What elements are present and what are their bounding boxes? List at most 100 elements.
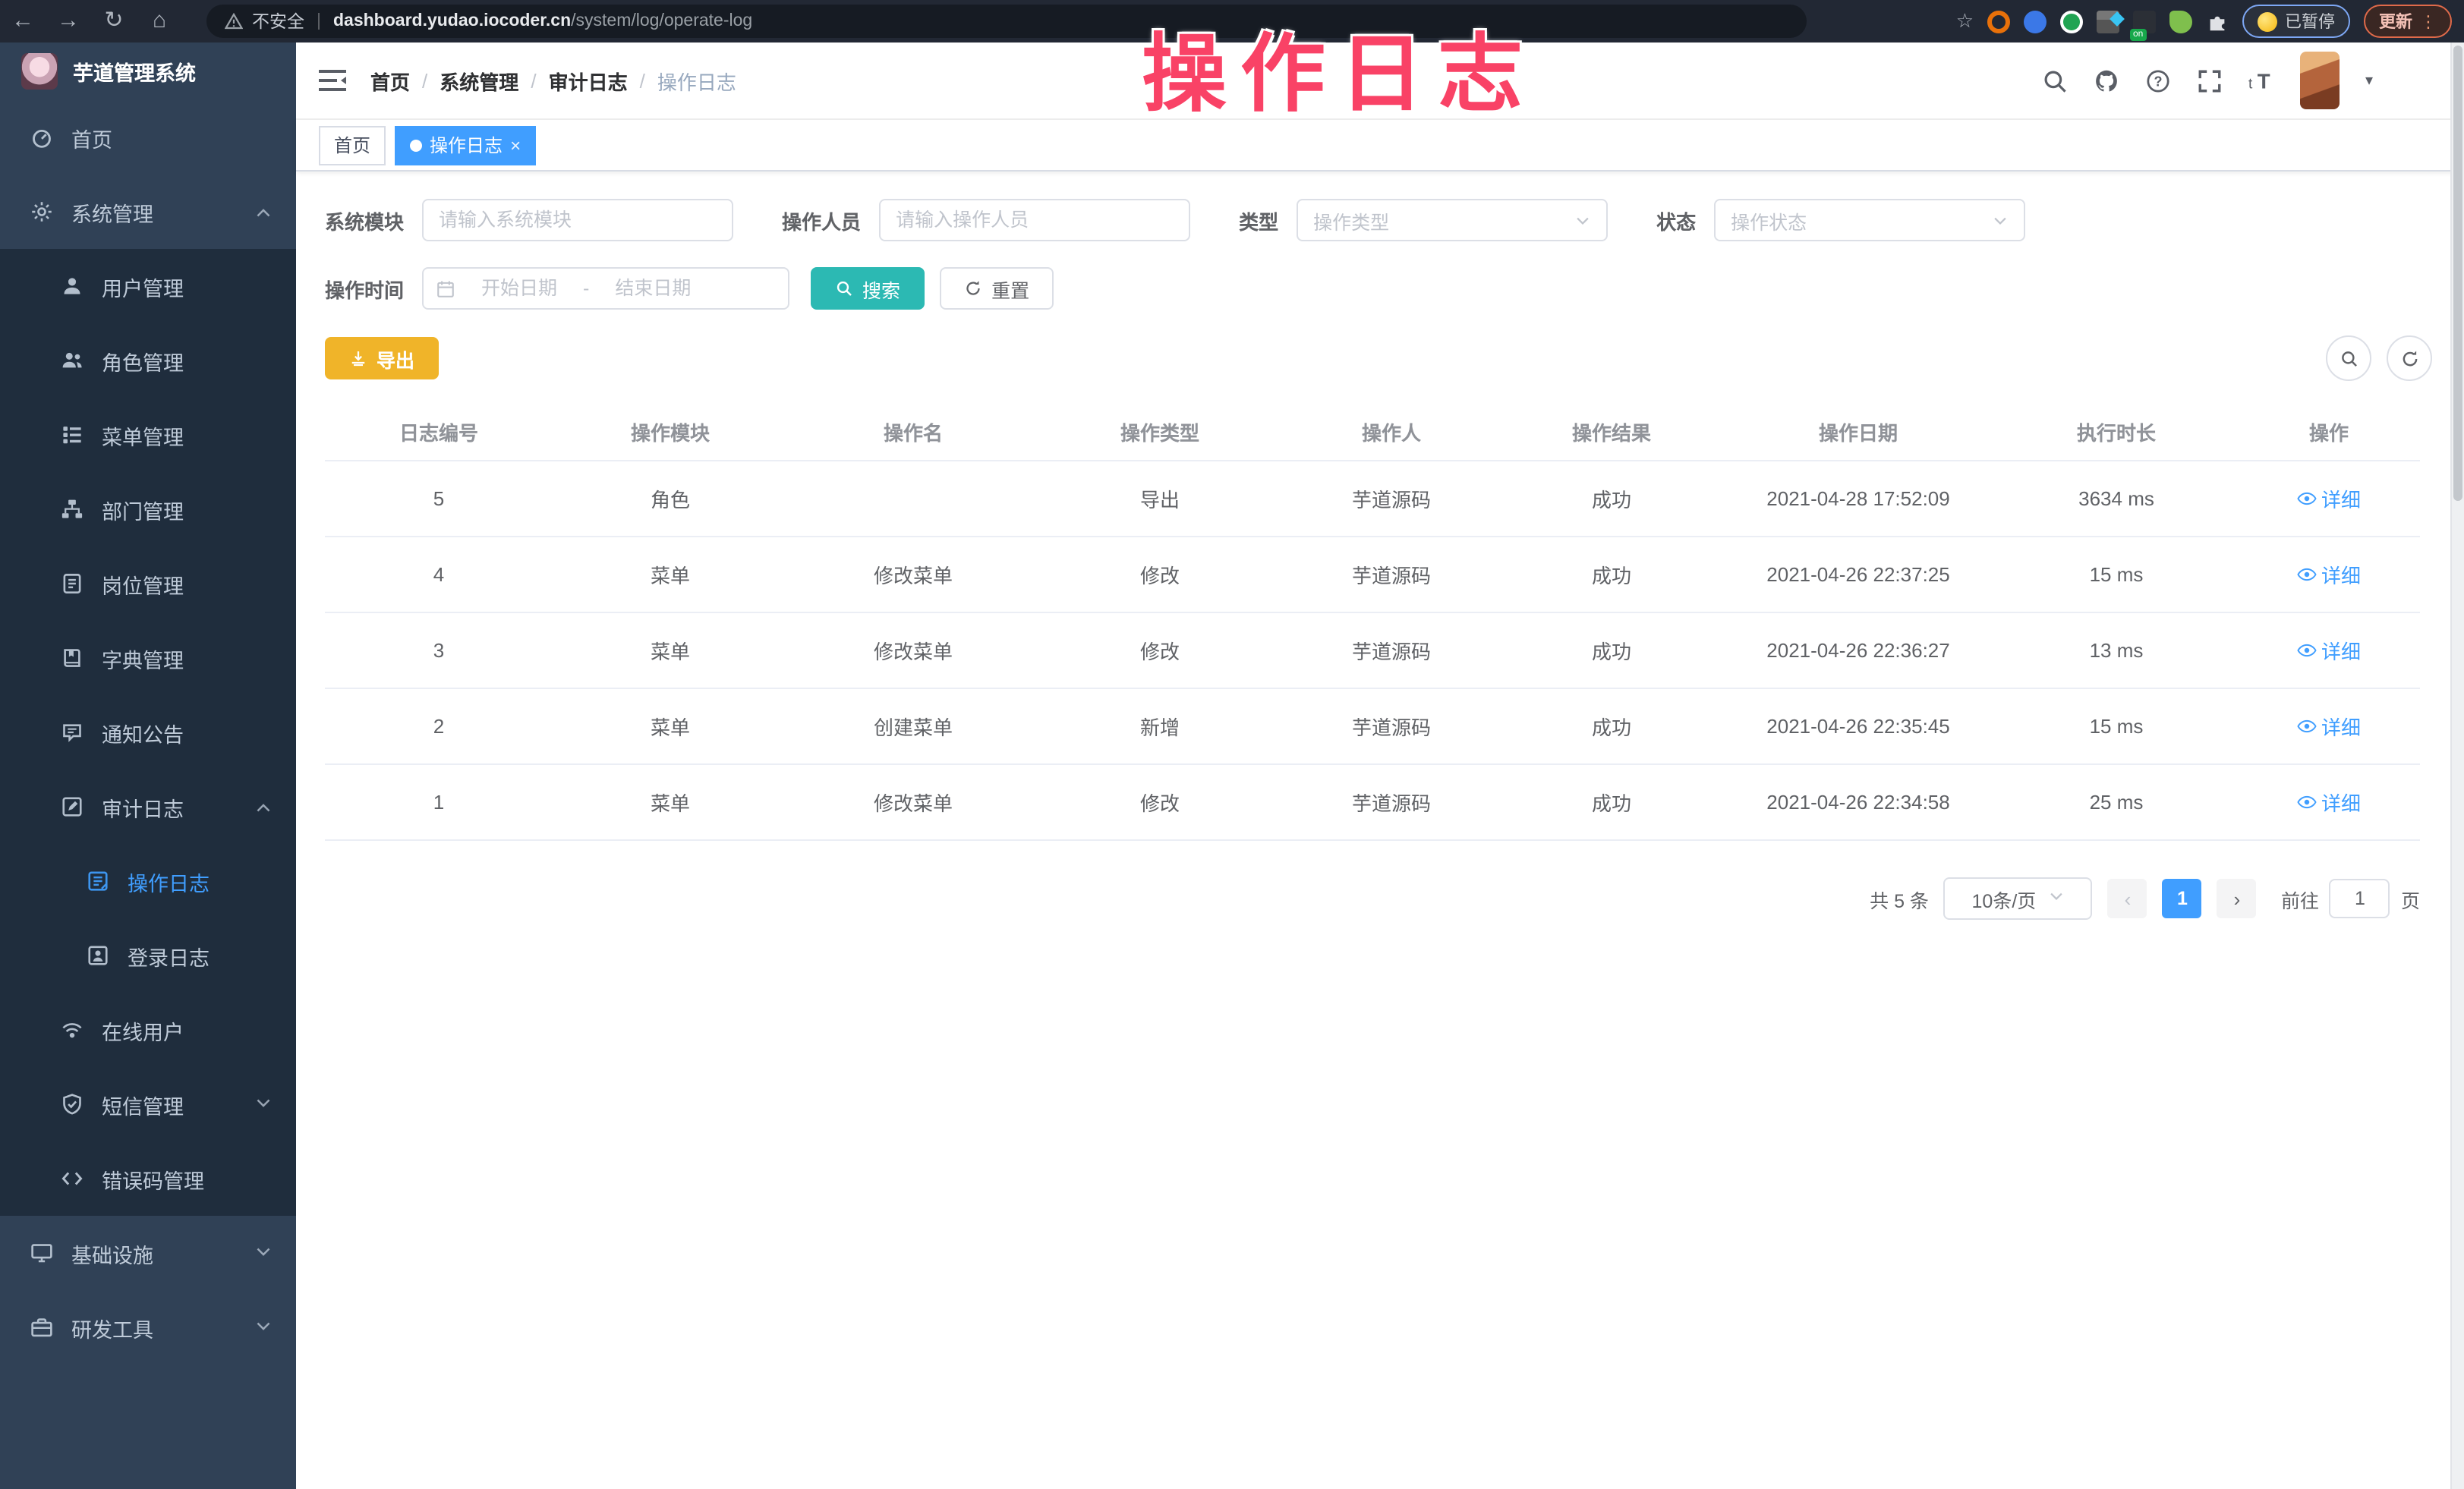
font-size-icon[interactable]: tT (2248, 68, 2274, 93)
sidebar-item-基础设施[interactable]: 基础设施 (0, 1216, 296, 1290)
detail-link[interactable]: 详细 (2297, 560, 2361, 589)
sidebar-item-角色管理[interactable]: 角色管理 (0, 323, 296, 398)
extensions-puzzle-icon[interactable] (2206, 10, 2229, 33)
scrollbar-thumb[interactable] (2453, 46, 2462, 501)
dashboard-icon (30, 126, 53, 149)
detail-link[interactable]: 详细 (2297, 712, 2361, 741)
browser-home-icon[interactable]: ⌂ (137, 0, 182, 42)
detail-link[interactable]: 详细 (2297, 636, 2361, 665)
table-tools (2326, 335, 2432, 381)
start-date-input[interactable] (462, 276, 577, 301)
sidebar-item-用户管理[interactable]: 用户管理 (0, 249, 296, 323)
column-header-操作人: 操作人 (1281, 402, 1501, 461)
sidebar-item-label: 首页 (71, 122, 112, 153)
extension-icon[interactable] (2097, 10, 2119, 33)
reset-button[interactable]: 重置 (940, 267, 1054, 310)
sidebar-item-短信管理[interactable]: 短信管理 (0, 1067, 296, 1141)
sidebar-item-label: 短信管理 (102, 1089, 184, 1119)
cell-操作类型: 修改 (1038, 764, 1281, 840)
search-icon[interactable] (2042, 68, 2068, 93)
gear-icon (30, 200, 53, 223)
filter-row-2: 操作时间 - 搜索 重置 (325, 267, 2432, 310)
sidebar-item-菜单管理[interactable]: 菜单管理 (0, 398, 296, 472)
status-select-placeholder: 操作状态 (1731, 206, 1807, 235)
sidebar-item-label: 研发工具 (71, 1312, 153, 1343)
extension-icon[interactable] (2024, 10, 2047, 33)
refresh-icon[interactable] (2387, 335, 2432, 381)
show-search-icon[interactable] (2326, 335, 2371, 381)
prev-page-button[interactable]: ‹ (2108, 879, 2147, 918)
browser-forward-icon[interactable]: → (46, 0, 91, 42)
cell-操作日期: 2021-04-26 22:37:25 (1722, 537, 1995, 612)
tag-操作日志[interactable]: 操作日志× (395, 125, 536, 165)
detail-link[interactable]: 详细 (2297, 788, 2361, 817)
help-icon[interactable]: ? (2145, 68, 2171, 93)
collapse-sidebar-icon[interactable] (319, 70, 346, 91)
breadcrumb-item-审计日志[interactable]: 审计日志 (549, 66, 628, 95)
cell-执行时长: 25 ms (1995, 764, 2238, 840)
operator-input[interactable] (881, 200, 1189, 240)
time-label: 操作时间 (325, 274, 404, 303)
table-body: 5角色导出芋道源码成功2021-04-28 17:52:093634 ms详细4… (325, 461, 2420, 840)
browser-back-icon[interactable]: ← (0, 0, 46, 42)
github-icon[interactable] (2094, 68, 2119, 93)
page-size-select[interactable]: 10条/页 (1944, 877, 2093, 920)
bookmark-star-icon[interactable]: ☆ (1956, 9, 1974, 33)
status-select[interactable]: 操作状态 (1714, 199, 2025, 241)
next-page-button[interactable]: › (2217, 879, 2257, 918)
sidebar-item-在线用户[interactable]: 在线用户 (0, 993, 296, 1067)
breadcrumb-item-首页[interactable]: 首页 (370, 66, 410, 95)
security-label[interactable]: 不安全 (252, 9, 304, 33)
avatar[interactable] (2300, 52, 2340, 109)
column-header-执行时长: 执行时长 (1995, 402, 2238, 461)
cell-操作: 详细 (2238, 764, 2420, 840)
extension-on-icon[interactable] (2133, 10, 2156, 33)
profile-paused-chip[interactable]: 已暂停 (2242, 5, 2350, 38)
end-date-input[interactable] (595, 276, 711, 301)
address-bar[interactable]: 不安全 | dashboard.yudao.iocoder.cn/system/… (206, 5, 1807, 38)
chevron-down-icon (255, 1096, 272, 1113)
date-range-picker[interactable]: - (422, 267, 789, 310)
sidebar-item-审计日志[interactable]: 审计日志 (0, 770, 296, 844)
sidebar-item-部门管理[interactable]: 部门管理 (0, 472, 296, 546)
breadcrumb-item-系统管理[interactable]: 系统管理 (440, 66, 518, 95)
cell-操作结果: 成功 (1501, 688, 1722, 764)
extension-icon[interactable] (1987, 10, 2010, 33)
sidebar-item-系统管理[interactable]: 系统管理 (0, 175, 296, 249)
detail-link[interactable]: 详细 (2297, 484, 2361, 513)
sidebar-item-研发工具[interactable]: 研发工具 (0, 1290, 296, 1365)
code-icon (61, 1167, 83, 1190)
module-input[interactable] (424, 200, 732, 240)
extension-icon[interactable] (2169, 10, 2192, 33)
cell-操作结果: 成功 (1501, 764, 1722, 840)
sidebar-item-操作日志[interactable]: 操作日志 (0, 844, 296, 918)
page-number-button[interactable]: 1 (2163, 879, 2202, 918)
type-select[interactable]: 操作类型 (1297, 199, 1608, 241)
browser-update-button[interactable]: 更新 ⋮ (2364, 5, 2452, 38)
search-button[interactable]: 搜索 (811, 267, 925, 310)
fullscreen-icon[interactable] (2197, 68, 2223, 93)
login-log-icon (87, 944, 109, 967)
browser-reload-icon[interactable]: ↻ (91, 0, 137, 42)
goto-page-input[interactable] (2330, 879, 2390, 918)
cell-操作类型: 修改 (1038, 612, 1281, 688)
tag-close-icon[interactable]: × (510, 134, 521, 156)
browser-menu-icon[interactable]: ⋮ (2420, 11, 2437, 31)
sidebar-item-登录日志[interactable]: 登录日志 (0, 918, 296, 993)
chevron-down-icon (2048, 888, 2065, 909)
tag-首页[interactable]: 首页 (319, 125, 386, 165)
browser-chrome: ← → ↻ ⌂ 不安全 | dashboard.yudao.iocoder.cn… (0, 0, 2464, 42)
sidebar-item-首页[interactable]: 首页 (0, 100, 296, 175)
extension-icon[interactable] (2060, 10, 2083, 33)
export-button[interactable]: 导出 (325, 337, 439, 379)
sidebar-item-字典管理[interactable]: 字典管理 (0, 621, 296, 695)
sidebar-item-通知公告[interactable]: 通知公告 (0, 695, 296, 770)
page-scrollbar[interactable] (2450, 42, 2464, 1489)
sidebar-item-岗位管理[interactable]: 岗位管理 (0, 546, 296, 621)
sidebar-item-错误码管理[interactable]: 错误码管理 (0, 1141, 296, 1216)
cell-执行时长: 15 ms (1995, 537, 2238, 612)
chevron-down-icon[interactable]: ▾ (2365, 72, 2373, 89)
logo-bar[interactable]: 芋道管理系统 (0, 42, 296, 100)
address-divider: | (317, 12, 321, 30)
dept-tree-icon (61, 498, 83, 521)
